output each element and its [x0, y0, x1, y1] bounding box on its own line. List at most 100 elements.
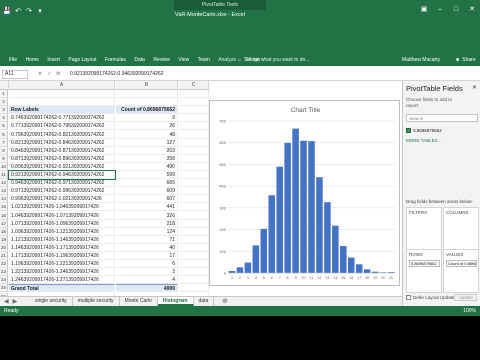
cell-a[interactable]: 1.12139209917426-1.14639209917426 [9, 235, 115, 244]
ribbon-tab-data[interactable]: Data [133, 56, 146, 64]
cell-a[interactable]: 0.921392099174262-0.946392099174262 [8, 169, 116, 181]
cell-b[interactable]: 218 [116, 219, 178, 228]
cell-b[interactable]: 9 [116, 114, 178, 123]
cell-a[interactable]: 0.746392099174262-0.771392099174262 [9, 114, 115, 123]
cell-b[interactable]: 4 [116, 276, 178, 285]
cell-b[interactable] [116, 90, 178, 99]
ribbon-tab-view[interactable]: View [177, 56, 190, 64]
cell-b[interactable]: 17 [116, 252, 178, 261]
cell-a[interactable]: 1.19639209917426-1.22139209917426 [9, 260, 115, 269]
cell-a[interactable]: 0.821392099174262-0.846392099174262 [9, 138, 115, 147]
row-header[interactable]: 19 [0, 235, 8, 244]
ribbon-display-icon[interactable]: ▣ [419, 4, 429, 14]
zoom-level[interactable]: 100% [463, 308, 476, 314]
cell-c[interactable] [179, 235, 209, 244]
cell-c[interactable] [179, 122, 209, 131]
ribbon-tab-review[interactable]: Review [152, 56, 170, 64]
row-header[interactable]: 14 [0, 195, 8, 204]
sheet-tab-histogram[interactable]: Histogram [157, 297, 194, 306]
cell-c[interactable] [179, 203, 209, 212]
cell-b[interactable]: 6 [116, 260, 178, 269]
sheet-tab-monte-carlo[interactable]: Monte Carlo [120, 297, 158, 306]
minimize-icon[interactable]: – [435, 4, 445, 14]
cell-a[interactable]: 0.996392099174262-1.02139209917426 [9, 195, 115, 204]
rows-area[interactable]: ROWS 0.8696875652 [406, 249, 442, 293]
cell-a[interactable]: Row Labels [9, 106, 115, 115]
row-header[interactable]: 6 [0, 130, 8, 139]
row-header[interactable]: 20 [0, 243, 8, 252]
row-header[interactable]: 2 [0, 98, 8, 107]
row-header[interactable]: 9 [0, 154, 8, 163]
cell-a[interactable]: 0.971392099174262-0.996392099174262 [9, 187, 115, 196]
row-header[interactable]: 4 [0, 114, 8, 123]
cell-b[interactable]: 599 [116, 171, 178, 180]
cell-c[interactable] [179, 211, 209, 220]
cell-b[interactable]: Count of 0.8696875652 [116, 106, 178, 115]
cell-c[interactable] [179, 90, 209, 99]
enter-icon[interactable]: ✓ [47, 71, 51, 77]
cell-c[interactable] [179, 171, 209, 180]
sheet-tab-data[interactable]: data [194, 297, 215, 306]
cell-a[interactable]: 0.796392099174262-0.821392099174262 [9, 130, 115, 139]
cell-c[interactable] [179, 219, 209, 228]
cell-b[interactable]: 609 [116, 187, 178, 196]
row-header[interactable]: 24 [0, 276, 8, 285]
cell-b[interactable] [116, 98, 178, 107]
fx-icon[interactable]: fx [56, 71, 60, 77]
ribbon-tab-file[interactable]: File [8, 56, 18, 64]
values-field-chip[interactable]: Count of 0.8696... [446, 260, 477, 267]
cell-c[interactable] [179, 179, 209, 188]
cell-a[interactable]: 1.02139209917426-1.04639209917426 [9, 203, 115, 212]
ribbon-tab-team[interactable]: Team [197, 56, 211, 64]
cell-c[interactable] [179, 268, 209, 277]
cell-a[interactable]: 0.846392099174262-0.871392099174262 [9, 146, 115, 155]
cell-c[interactable] [179, 227, 209, 236]
prev-sheet-icon[interactable]: ◀ [4, 298, 9, 305]
cell-c[interactable] [179, 187, 209, 196]
cell-a[interactable]: 0.896392099174262-0.921392099174262 [9, 162, 115, 171]
cell-c[interactable] [179, 260, 209, 269]
restore-icon[interactable]: □ [451, 4, 461, 14]
cell-b[interactable]: 127 [116, 138, 178, 147]
ribbon-tab-page-layout[interactable]: Page Layout [67, 56, 97, 64]
row-header[interactable]: 12 [0, 179, 8, 188]
cell-a[interactable]: 1.24639209917426-1.27139209917426 [9, 276, 115, 285]
cell-a[interactable]: 0.946392099174262-0.971392099174262 [9, 179, 115, 188]
cell-a[interactable]: 1.14639209917426-1.17139209917426 [9, 243, 115, 252]
select-all-corner[interactable] [0, 81, 9, 90]
cell-c[interactable] [179, 106, 209, 115]
row-header[interactable]: 17 [0, 219, 8, 228]
cell-b[interactable]: 326 [116, 211, 178, 220]
name-box[interactable]: A11 [2, 70, 28, 79]
values-area[interactable]: VALUES Count of 0.8696... [443, 249, 479, 293]
row-header[interactable]: 15 [0, 203, 8, 212]
row-header[interactable]: 13 [0, 187, 8, 196]
defer-layout[interactable]: Defer Layout Update [406, 295, 455, 300]
cancel-icon[interactable]: ✕ [38, 71, 42, 77]
plus-icon[interactable]: ⊕ [222, 297, 228, 305]
columns-area[interactable]: COLUMNS [443, 207, 479, 251]
column-header-a[interactable]: A [9, 81, 115, 90]
row-header[interactable]: 16 [0, 211, 8, 220]
user-name[interactable]: Matthew Macarty [402, 57, 440, 63]
cell-b[interactable]: 71 [116, 235, 178, 244]
redo-icon[interactable]: ↷ [25, 7, 33, 15]
sheet-tab-multiple-security[interactable]: multiple security [73, 297, 120, 306]
cell-c[interactable] [179, 276, 209, 285]
undo-icon[interactable]: ↶ [14, 7, 22, 15]
save-icon[interactable]: 💾 [3, 7, 12, 15]
rows-field-chip[interactable]: 0.8696875652 [409, 260, 440, 267]
cell-a[interactable]: 0.871392099174262-0.896392099174262 [9, 154, 115, 163]
field-search-input[interactable]: Search [406, 114, 478, 122]
row-header[interactable]: 11 [0, 171, 8, 180]
cell-b[interactable]: 358 [116, 154, 178, 163]
defer-checkbox[interactable] [406, 295, 411, 300]
cell-b[interactable]: 124 [116, 227, 178, 236]
cell-b[interactable]: 26 [116, 122, 178, 131]
customize-icon[interactable]: ▾ [36, 7, 44, 15]
cell-a[interactable]: 1.22139209917426-1.24639209917426 [9, 268, 115, 277]
cell-a[interactable]: 1.09639209917426-1.12139209917426 [9, 227, 115, 236]
cell-c[interactable] [179, 195, 209, 204]
close-icon[interactable]: ✕ [467, 4, 477, 14]
tell-me-box[interactable]: ☼ Tell me what you want to do... [237, 57, 309, 63]
